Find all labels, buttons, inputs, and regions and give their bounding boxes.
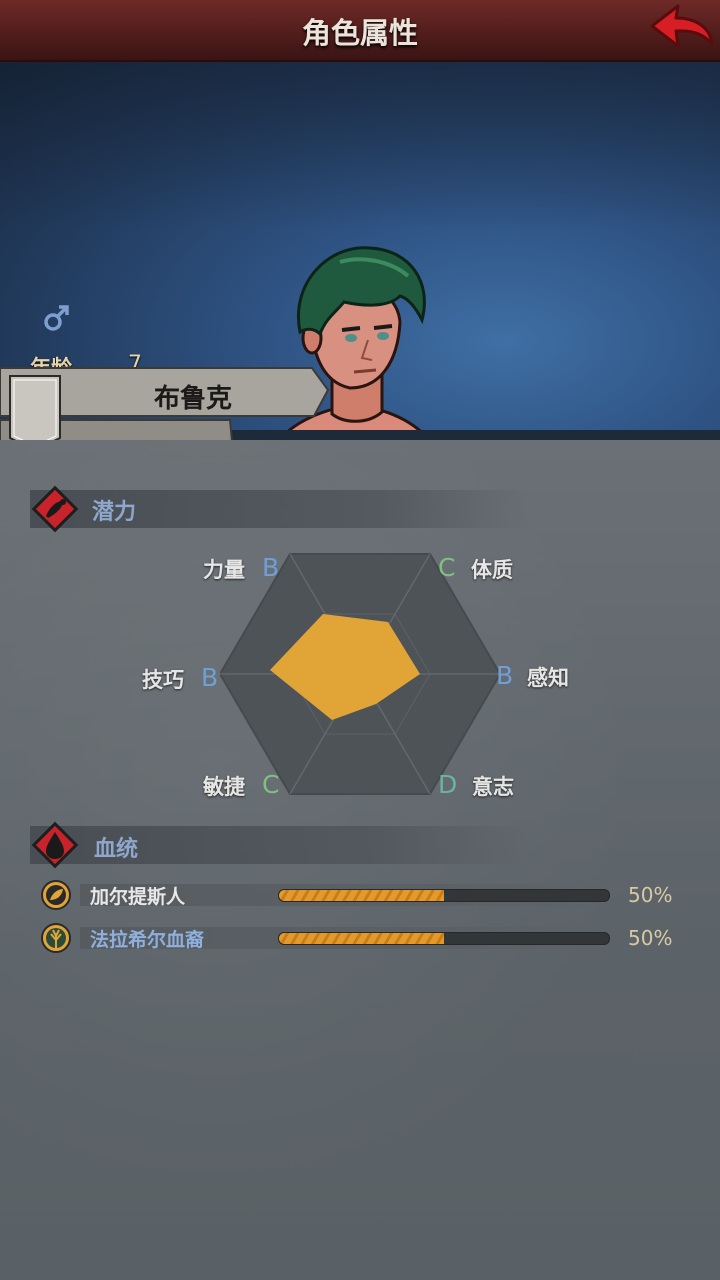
- potential-radar-chart: [220, 553, 500, 795]
- stat-label-strength: 力量: [203, 558, 245, 582]
- tree-emblem-icon: [41, 923, 71, 953]
- bloodline-progress-1: [278, 889, 610, 902]
- bloodline-progress-2: [278, 932, 610, 945]
- top-bar: 角色属性: [0, 0, 720, 63]
- potential-icon: [31, 485, 79, 533]
- bloodline-name-1: 加尔提斯人: [90, 886, 186, 908]
- bloodline-percent-2: 50%: [628, 926, 673, 950]
- galtese-emblem-icon: [41, 880, 71, 910]
- stat-label-constitution: 体质: [471, 558, 513, 582]
- stat-label-skill: 技巧: [142, 668, 184, 692]
- male-gender-icon: [44, 305, 69, 331]
- bloodline-title: 血统: [94, 837, 139, 862]
- page-title: 角色属性: [301, 16, 418, 50]
- stat-grade-perception: B: [496, 661, 514, 690]
- stat-grade-will: D: [438, 770, 458, 799]
- stat-grade-strength: B: [262, 553, 280, 582]
- stat-label-perception: 感知: [527, 666, 569, 690]
- blood-drop-icon: [31, 821, 79, 869]
- stat-label-will: 意志: [472, 775, 514, 799]
- stat-grade-constitution: C: [438, 553, 456, 582]
- character-name: 布鲁克: [153, 384, 232, 414]
- stat-grade-agility: C: [262, 770, 280, 799]
- bloodline-percent-1: 50%: [628, 883, 673, 907]
- stat-grade-skill: B: [201, 663, 219, 692]
- stat-label-agility: 敏捷: [203, 775, 245, 799]
- potential-title: 潜力: [92, 500, 137, 525]
- back-arrow-icon[interactable]: [644, 0, 718, 58]
- bloodline-name-2: 法拉希尔血裔: [90, 929, 205, 951]
